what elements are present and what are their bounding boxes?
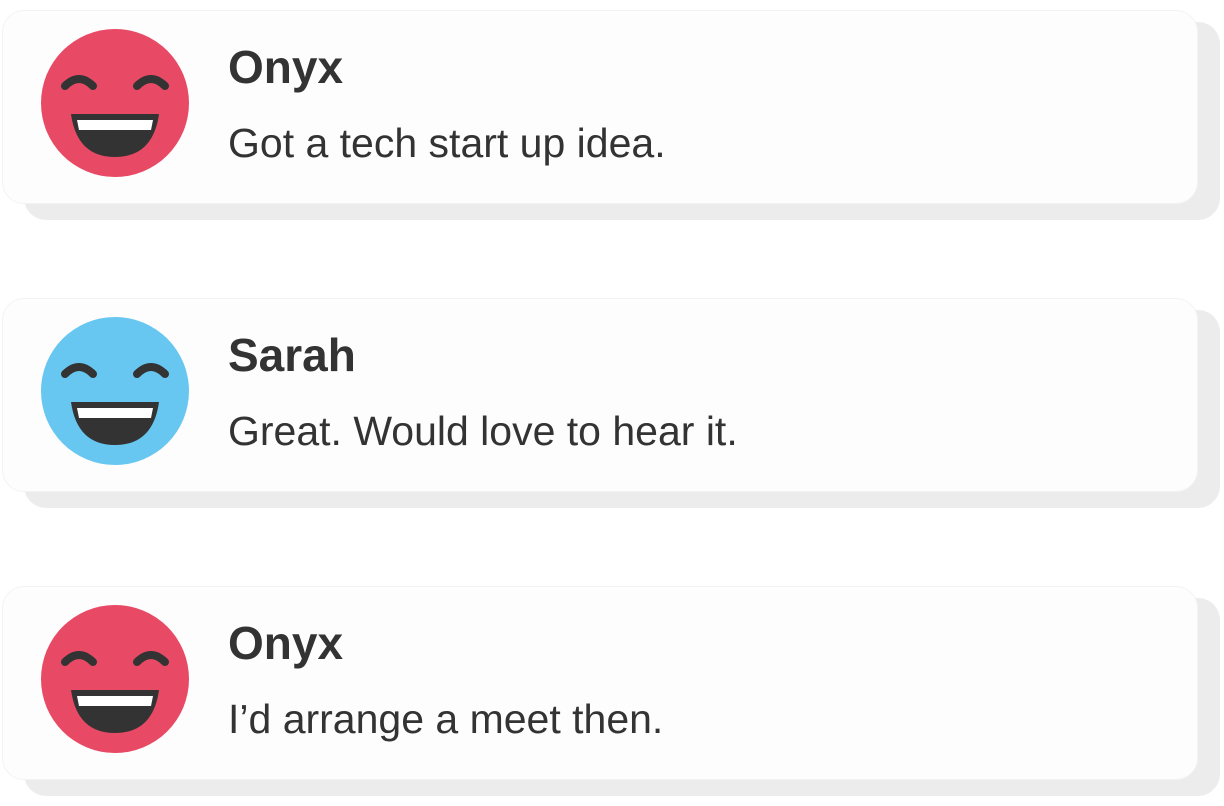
message-text: Great. Would love to hear it. bbox=[228, 408, 738, 454]
message-card: Sarah Great. Would love to hear it. bbox=[0, 288, 1224, 518]
sender-name: Onyx bbox=[228, 41, 344, 93]
message-text: I’d arrange a meet then. bbox=[228, 696, 664, 742]
laughing-face-icon bbox=[41, 605, 189, 753]
laughing-face-icon bbox=[41, 29, 189, 177]
message-card: Onyx I’d arrange a meet then. bbox=[0, 576, 1224, 806]
message-card: Onyx Got a tech start up idea. bbox=[0, 0, 1224, 230]
sender-name: Sarah bbox=[228, 329, 356, 381]
message-text: Got a tech start up idea. bbox=[228, 120, 666, 166]
laughing-face-icon bbox=[41, 317, 189, 465]
sender-name: Onyx bbox=[228, 617, 344, 669]
